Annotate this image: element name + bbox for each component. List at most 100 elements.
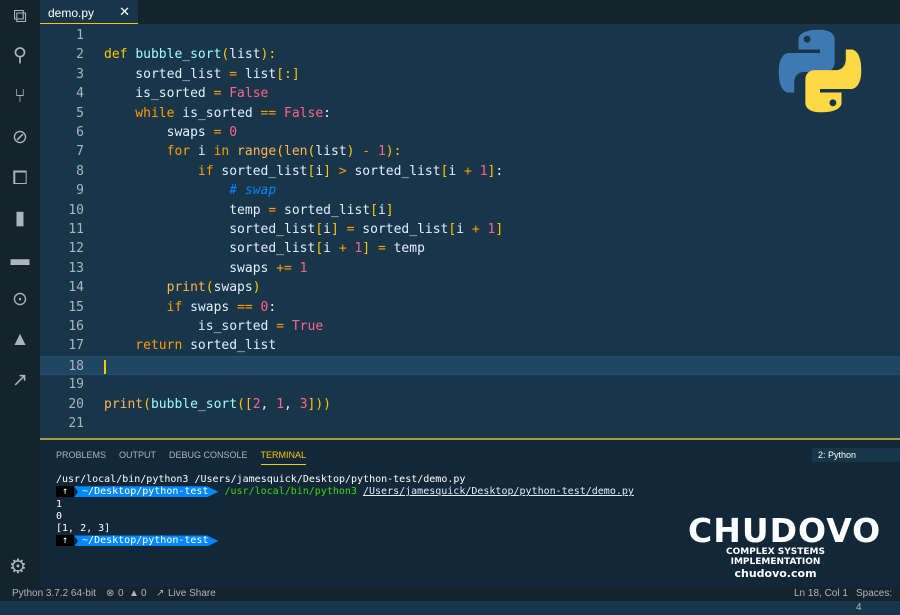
python-interpreter[interactable]: Python 3.7.2 64-bit — [12, 587, 96, 601]
line-number: 15 — [68, 299, 84, 315]
line-number: 14 — [68, 280, 84, 296]
code-line[interactable]: 10 temp = sorted_list[i] — [40, 201, 900, 220]
code-token: += — [276, 260, 292, 276]
code-token: 1 — [276, 396, 285, 412]
code-line[interactable]: 3 sorted_list = list[:] — [40, 65, 900, 84]
warning-count[interactable]: 0 — [141, 587, 147, 601]
code-line[interactable]: 16 is_sorted = True — [40, 317, 900, 336]
terminal-file-link[interactable]: /Users/jamesquick/Desktop/python-test/de… — [363, 486, 634, 497]
code-token: ] — [330, 222, 339, 237]
line-number: 2 — [76, 47, 84, 63]
extensions-icon[interactable]: ⧠ — [9, 168, 31, 190]
line-number: 7 — [76, 144, 84, 160]
code-line[interactable]: 19 — [40, 375, 900, 394]
live-share-icon[interactable]: ↗ — [9, 370, 31, 392]
bookmark-icon[interactable]: ▮ — [9, 208, 31, 230]
line-number: 9 — [76, 183, 84, 199]
code-line[interactable]: 18 — [40, 355, 900, 376]
code-token: range — [229, 144, 277, 160]
code-text: is_sorted = False — [104, 84, 268, 103]
close-icon[interactable]: ✕ — [119, 4, 130, 20]
code-token: i — [190, 144, 214, 160]
code-token: ([ — [237, 396, 253, 412]
indentation[interactable]: Spaces: 4 — [856, 587, 900, 615]
code-token: [ — [315, 241, 324, 257]
code-token: if — [104, 299, 183, 315]
firebase-icon[interactable]: ▲ — [9, 329, 31, 351]
debug-icon[interactable]: ⊘ — [9, 127, 31, 149]
panel-tab-debug-console[interactable]: DEBUG CONSOLE — [169, 450, 248, 464]
code-token: len — [284, 144, 308, 160]
code-token: swaps — [104, 125, 214, 140]
prompt-arrow: ↑ — [56, 486, 75, 498]
terminal[interactable]: /usr/local/bin/python3 /Users/jamesquick… — [56, 474, 634, 548]
files-icon[interactable]: ⧉ — [9, 6, 31, 28]
code-token: 1 — [471, 163, 488, 179]
line-number: 20 — [68, 396, 84, 412]
code-token: ] — [385, 202, 394, 218]
error-count[interactable]: 0 — [118, 587, 124, 601]
code-token: bubble_sort — [150, 396, 238, 412]
code-token: = — [276, 319, 285, 334]
panel-tab-output[interactable]: OUTPUT — [119, 450, 156, 464]
code-token: 2 — [252, 396, 261, 412]
code-line[interactable]: 13 swaps += 1 — [40, 259, 900, 278]
code-token: sorted_list — [104, 222, 316, 237]
code-line[interactable]: 20 print(bubble_sort([2, 1, 3])) — [40, 395, 900, 414]
code-text: swaps += 1 — [104, 259, 307, 278]
search-icon[interactable]: ⚲ — [9, 45, 31, 67]
code-token: 1 — [479, 222, 496, 237]
line-number: 11 — [68, 222, 84, 237]
code-token: 0 — [221, 125, 238, 140]
code-text: # swap — [104, 181, 276, 200]
folder-icon[interactable]: ▬ — [9, 249, 31, 271]
cursor-position[interactable]: Ln 18, Col 1 — [794, 587, 848, 601]
prompt-arrow: ↑ — [56, 535, 75, 547]
terminal-select[interactable]: 2: Python — [812, 448, 900, 462]
code-token: list — [315, 144, 347, 160]
code-line[interactable]: 8 if sorted_list[i] > sorted_list[i + 1]… — [40, 162, 900, 181]
code-line[interactable]: 7 for i in range(len(list) - 1): — [40, 142, 900, 161]
code-line[interactable]: 6 swaps = 0 — [40, 123, 900, 142]
code-line[interactable]: 5 while is_sorted == False: — [40, 104, 900, 123]
warning-icon: ▲ — [129, 588, 139, 599]
code-token: ( — [205, 280, 214, 296]
code-line[interactable]: 21 — [40, 414, 900, 433]
code-line[interactable]: 12 sorted_list[i + 1] = temp — [40, 239, 900, 258]
code-line[interactable]: 15 if swaps == 0: — [40, 298, 900, 317]
code-line[interactable]: 9 # swap — [40, 181, 900, 200]
code-token: - — [354, 144, 371, 160]
tab-label: demo.py — [48, 6, 95, 20]
code-token: = — [370, 241, 386, 257]
code-text: is_sorted = True — [104, 317, 323, 336]
code-token: False — [221, 86, 269, 102]
code-text: print(bubble_sort([2, 1, 3])) — [104, 395, 331, 414]
code-line[interactable]: 4 is_sorted = False — [40, 84, 900, 103]
code-editor[interactable]: 1 2 def bubble_sort(list): 3 sorted_list = … — [40, 24, 900, 438]
code-text: def bubble_sort(list): — [104, 45, 276, 64]
code-token: ): — [260, 47, 277, 63]
code-token: sorted_list — [182, 338, 277, 354]
panel-tab-terminal[interactable]: TERMINAL — [260, 450, 307, 465]
prompt-dir: ~/Desktop/python-test — [74, 535, 219, 547]
source-control-icon[interactable]: ⑂ — [9, 86, 31, 108]
code-line[interactable]: 14 print(swaps) — [40, 278, 900, 297]
terminal-cmd: /usr/local/bin/python3 — [224, 486, 357, 498]
gear-icon[interactable]: ⚙ — [9, 554, 27, 579]
prompt-dir: ~/Desktop/python-test — [74, 486, 219, 498]
code-text: if sorted_list[i] > sorted_list[i + 1]: — [104, 162, 503, 181]
code-line[interactable]: 1 — [40, 26, 900, 45]
code-line[interactable]: 17 return sorted_list — [40, 336, 900, 355]
code-token: i — [448, 163, 465, 179]
tab-demo-py[interactable]: demo.py ✕ — [40, 0, 138, 24]
git-lens-icon[interactable]: ⊙ — [9, 289, 31, 311]
code-token: == — [260, 105, 277, 121]
line-number: 13 — [68, 260, 84, 276]
code-line[interactable]: 11 sorted_list[i] = sorted_list[i + 1] — [40, 220, 900, 239]
code-token: for — [104, 144, 191, 160]
tab-bar: demo.py ✕ — [40, 0, 900, 24]
panel-tab-problems[interactable]: PROBLEMS — [56, 450, 106, 464]
live-share-button[interactable]: Live Share — [168, 587, 216, 601]
line-number: 10 — [68, 202, 84, 218]
code-line[interactable]: 2 def bubble_sort(list): — [40, 45, 900, 64]
